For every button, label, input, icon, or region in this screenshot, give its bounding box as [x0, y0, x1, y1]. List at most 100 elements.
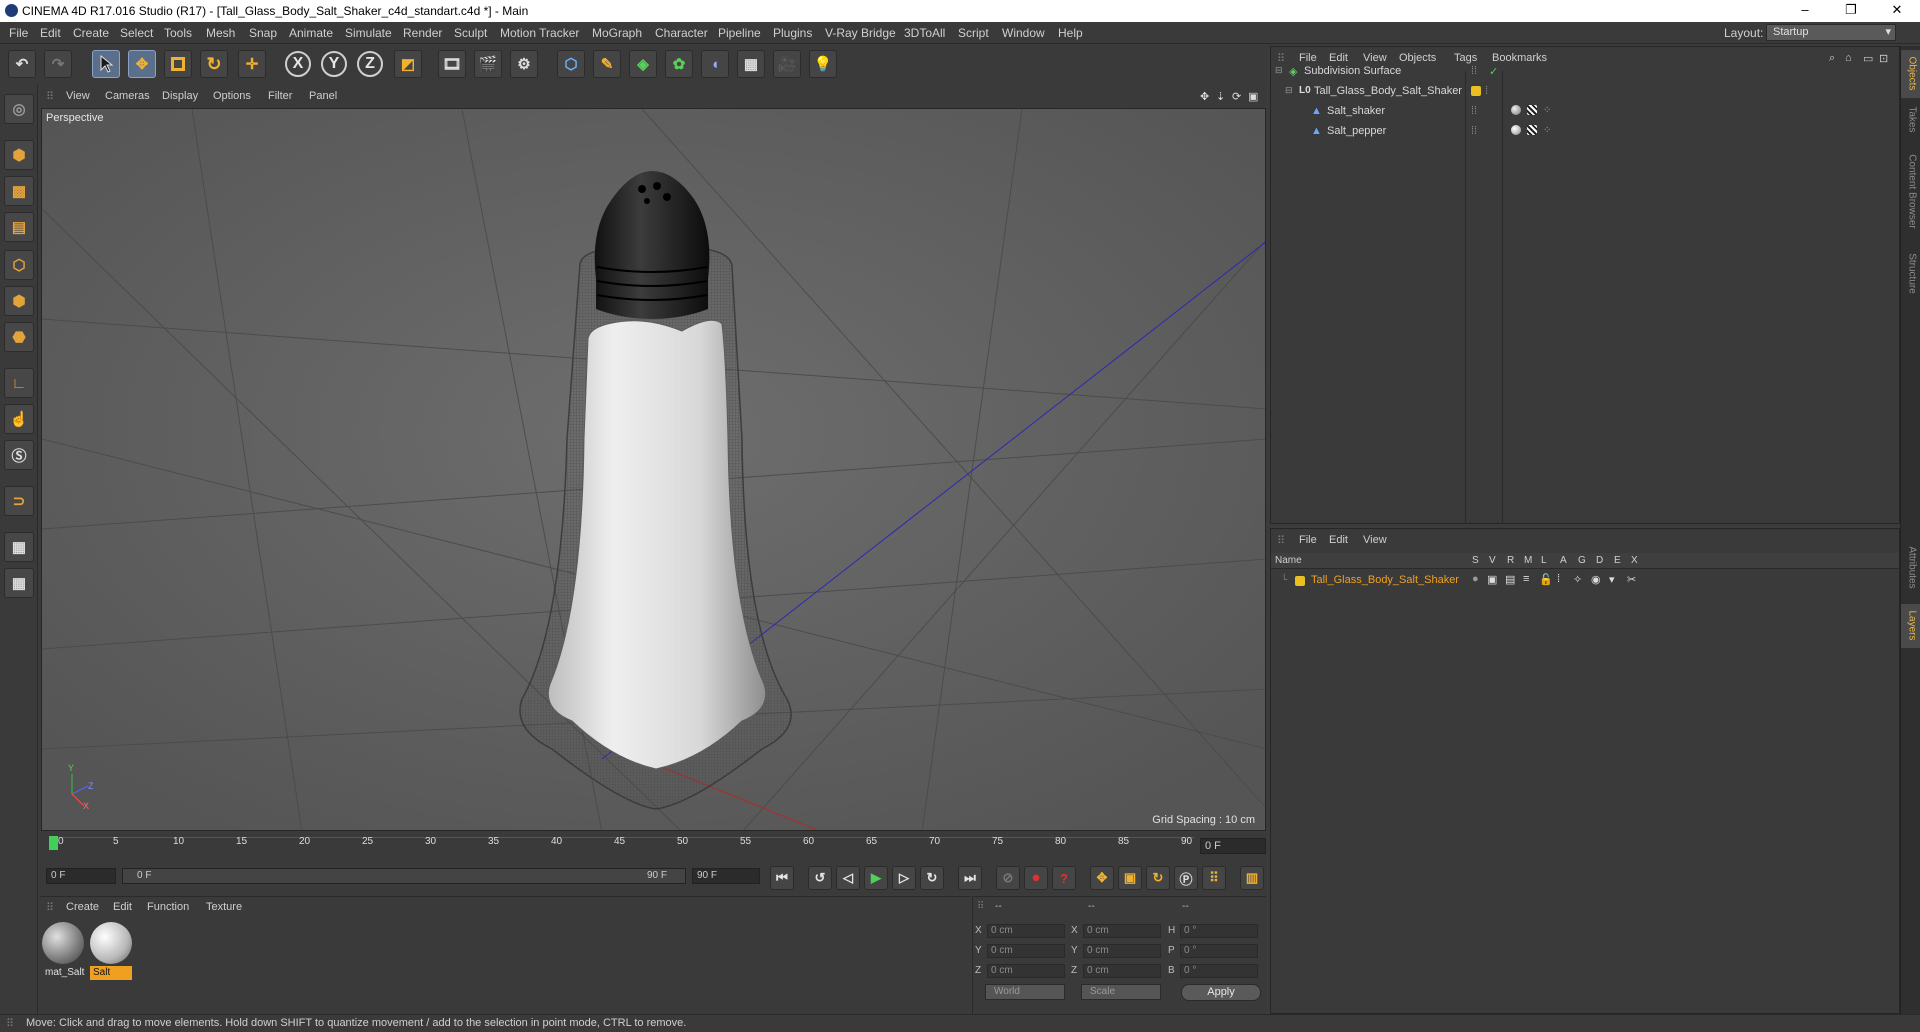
object-name[interactable]: Salt_shaker [1327, 105, 1385, 117]
subdivision-icon[interactable]: ◈ [629, 50, 657, 78]
undo-icon[interactable]: ↶ [8, 50, 36, 78]
viewport[interactable]: Perspective Y Z X Grid Spacing : 10 cm [41, 108, 1266, 831]
floor-icon[interactable]: ▦ [737, 50, 765, 78]
material-menu-create[interactable]: Create [66, 901, 99, 913]
redo-icon[interactable]: ↷ [44, 50, 72, 78]
size-y-field[interactable]: 0 cm [1083, 944, 1161, 958]
key-parameter-icon[interactable]: Ⓟ [1174, 866, 1198, 890]
material-tag-icon[interactable] [1511, 125, 1521, 135]
menu-create[interactable]: Create [73, 26, 109, 40]
menu-plugins[interactable]: Plugins [773, 26, 812, 40]
pan-view-icon[interactable]: ✥ [1200, 90, 1209, 103]
size-mode-select[interactable]: Scale [1081, 984, 1161, 1000]
xref-toggle-icon[interactable]: ✂ [1627, 573, 1636, 586]
menu-vray-bridge[interactable]: V-Ray Bridge [825, 26, 896, 40]
layer-col-name[interactable]: Name [1275, 555, 1302, 566]
viewport-menu-options[interactable]: Options [213, 90, 251, 102]
menu-mesh[interactable]: Mesh [206, 26, 235, 40]
viewport-menu-panel[interactable]: Panel [309, 90, 337, 102]
x-axis-lock[interactable]: X [285, 51, 311, 77]
menu-motion-tracker[interactable]: Motion Tracker [500, 26, 579, 40]
snap-icon[interactable]: Ⓢ [4, 440, 34, 470]
visibility-dots-icon[interactable]: ⁞⁞ [1471, 125, 1477, 137]
go-to-end-icon[interactable]: ⏭ [958, 866, 982, 890]
layer-color-swatch[interactable] [1471, 86, 1481, 96]
manager-toggle-icon[interactable]: ≡ [1523, 573, 1529, 585]
rot-h-field[interactable]: 0 ° [1180, 924, 1258, 938]
select-tool-icon[interactable] [92, 50, 120, 78]
collapse-toggle-icon[interactable]: ⊟ [1285, 85, 1293, 96]
object-name[interactable]: Subdivision Surface [1304, 65, 1401, 77]
menu-pipeline[interactable]: Pipeline [718, 26, 761, 40]
phong-tag-icon[interactable]: ⁘ [1543, 125, 1551, 136]
layer-color-swatch[interactable] [1295, 576, 1305, 586]
pos-z-field[interactable]: 0 cm [987, 964, 1065, 978]
visibility-dots-icon[interactable]: ⁞⁞ [1471, 65, 1477, 77]
layer-col-generators[interactable]: G [1578, 555, 1586, 566]
keyframe-selection-icon[interactable]: ? [1052, 866, 1076, 890]
object-row[interactable]: ⊟ ◈ Subdivision Surface ⁞⁞ ✓ [1271, 61, 1899, 81]
material-swatch-salt[interactable] [90, 922, 132, 964]
transform-tool-icon[interactable]: ✛ [238, 50, 266, 78]
viewport-menu-display[interactable]: Display [162, 90, 198, 102]
rotate-tool-icon[interactable]: ↻ [200, 50, 228, 78]
next-key-icon[interactable]: ↻ [920, 866, 944, 890]
size-x-field[interactable]: 0 cm [1083, 924, 1161, 938]
layer-menu-file[interactable]: File [1299, 534, 1317, 546]
enabled-check-icon[interactable]: ✓ [1489, 65, 1498, 78]
workplane-icon[interactable]: ▤ [4, 212, 34, 242]
menu-mograph[interactable]: MoGraph [592, 26, 642, 40]
layer-row[interactable]: └ Tall_Glass_Body_Salt_Shaker ● ▣ ▤ ≡ 🔓 … [1271, 571, 1899, 591]
y-axis-lock[interactable]: Y [321, 51, 347, 77]
view-toggle-icon[interactable]: ▣ [1487, 573, 1497, 586]
material-menu-edit[interactable]: Edit [113, 901, 132, 913]
locked-workplane-icon[interactable]: ▦ [4, 532, 34, 562]
timeline-window-icon[interactable]: ▥ [1240, 866, 1264, 890]
material-swatch-mat-salt[interactable] [42, 922, 84, 964]
apply-button[interactable]: Apply [1181, 984, 1261, 1001]
rotate-view-icon[interactable]: ⟳ [1232, 90, 1241, 103]
zoom-view-icon[interactable]: ⇣ [1216, 90, 1225, 103]
layer-col-deformers[interactable]: D [1596, 555, 1603, 566]
light-icon[interactable]: 💡 [809, 50, 837, 78]
key-scale-icon[interactable]: ▣ [1118, 866, 1142, 890]
menu-animate[interactable]: Animate [289, 26, 333, 40]
make-editable-icon[interactable]: ◎ [4, 94, 34, 124]
render-view-icon[interactable]: 🎞 [438, 50, 466, 78]
scale-tool-icon[interactable] [164, 50, 192, 78]
animation-toggle-icon[interactable]: ⁞ [1557, 573, 1560, 585]
render-settings-icon[interactable]: ⚙ [510, 50, 538, 78]
range-slider[interactable]: 0 F 90 F [122, 868, 686, 884]
size-z-field[interactable]: 0 cm [1083, 964, 1161, 978]
viewport-menu-filter[interactable]: Filter [268, 90, 292, 102]
previous-frame-icon[interactable]: ◁ [836, 866, 860, 890]
tab-layers[interactable]: Layers [1901, 604, 1920, 648]
pos-x-field[interactable]: 0 cm [987, 924, 1065, 938]
layer-col-render[interactable]: R [1507, 555, 1514, 566]
menu-snap[interactable]: Snap [249, 26, 277, 40]
object-name[interactable]: Salt_pepper [1327, 125, 1386, 137]
expression-toggle-icon[interactable]: ▾ [1609, 573, 1615, 586]
tab-takes[interactable]: Takes [1901, 100, 1920, 140]
texture-tag-icon[interactable] [1527, 125, 1537, 135]
rot-p-field[interactable]: 0 ° [1180, 944, 1258, 958]
key-position-icon[interactable]: ✥ [1090, 866, 1114, 890]
menu-script[interactable]: Script [958, 26, 989, 40]
pos-y-field[interactable]: 0 cm [987, 944, 1065, 958]
pen-spline-icon[interactable]: ✎ [593, 50, 621, 78]
layer-col-view[interactable]: V [1489, 555, 1496, 566]
end-frame-field[interactable]: 90 F [692, 868, 760, 884]
axis-mode-icon[interactable]: ∟ [4, 368, 34, 398]
z-axis-lock[interactable]: Z [357, 51, 383, 77]
maximize-view-icon[interactable]: ▣ [1248, 90, 1258, 103]
menu-sculpt[interactable]: Sculpt [454, 26, 487, 40]
go-to-start-icon[interactable]: ⏮ [770, 866, 794, 890]
edges-mode-icon[interactable]: ⬢ [4, 286, 34, 316]
key-rotation-icon[interactable]: ↻ [1146, 866, 1170, 890]
layer-name[interactable]: Tall_Glass_Body_Salt_Shaker [1311, 574, 1459, 586]
coordinate-space-select[interactable]: World [985, 984, 1065, 1000]
tab-content-browser[interactable]: Content Browser [1901, 142, 1920, 242]
menu-window[interactable]: Window [1002, 26, 1045, 40]
move-tool-icon[interactable]: ✥ [128, 50, 156, 78]
timeline-ruler[interactable]: 0 5 10 15 20 25 30 35 40 45 50 55 60 65 … [40, 833, 1266, 857]
